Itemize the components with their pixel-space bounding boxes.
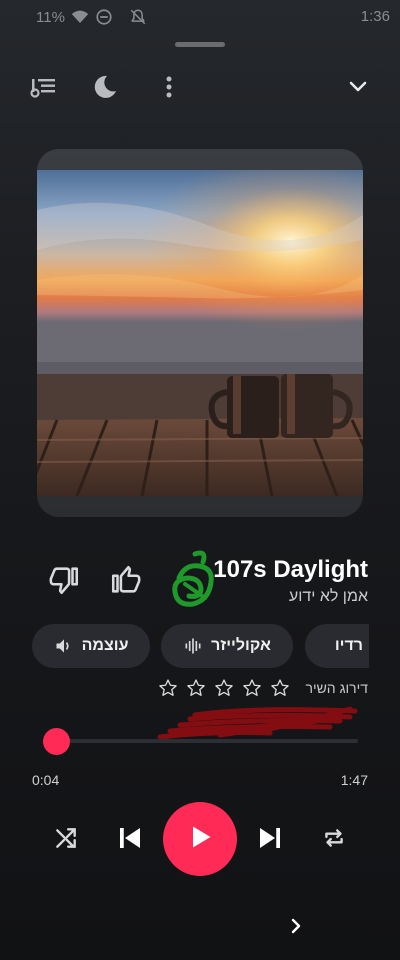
wifi-icon xyxy=(71,8,89,26)
equalizer-chip[interactable]: אקולייזר xyxy=(161,624,293,668)
notifications-off-icon xyxy=(129,8,147,26)
star-icon-2[interactable] xyxy=(186,678,206,698)
clock: 1:36 xyxy=(360,8,390,25)
radio-chip-label: רדיו xyxy=(334,637,363,654)
equalizer-icon xyxy=(183,636,203,656)
star-icon-3[interactable] xyxy=(214,678,234,698)
do-not-disturb-icon xyxy=(95,8,113,26)
collapse-button[interactable] xyxy=(341,70,375,104)
repeat-icon xyxy=(321,825,347,856)
sleep-timer-icon xyxy=(91,73,119,101)
play-icon xyxy=(186,822,214,857)
more-vert-icon xyxy=(165,75,173,99)
elapsed-time: 0:04 xyxy=(32,772,60,788)
next-button[interactable] xyxy=(250,820,290,860)
previous-button[interactable] xyxy=(110,820,150,860)
battery-percent: 11% xyxy=(36,8,65,26)
chevron-right-icon xyxy=(290,917,302,940)
sheet-drag-handle[interactable] xyxy=(175,42,225,47)
track-artist: אמן לא ידוע xyxy=(288,588,368,605)
star-icon-1[interactable] xyxy=(158,678,178,698)
shuffle-icon xyxy=(53,825,79,856)
thumb-down-icon xyxy=(47,563,81,602)
equalizer-chip-label: אקולייזר xyxy=(211,637,271,654)
queue-button[interactable] xyxy=(26,70,60,104)
rating-label: דירוג השיר xyxy=(305,680,368,696)
status-bar: 11% 1:36 xyxy=(0,0,400,34)
more-options-button[interactable] xyxy=(152,70,186,104)
action-chips: עוצמה אקולייזר רדיו xyxy=(0,624,400,670)
sleep-timer-button[interactable] xyxy=(88,70,122,104)
rating-stars xyxy=(158,678,290,698)
volume-chip[interactable]: עוצמה xyxy=(32,624,150,668)
seek-thumb[interactable] xyxy=(43,728,70,755)
volume-icon xyxy=(54,636,74,656)
radio-chip[interactable]: רדיו xyxy=(305,624,369,668)
chevron-down-icon xyxy=(348,80,368,94)
star-icon-5[interactable] xyxy=(270,678,290,698)
like-button[interactable] xyxy=(106,562,146,602)
total-duration: 1:47 xyxy=(340,772,368,788)
expand-next-button[interactable] xyxy=(284,914,308,942)
track-title: 107s Daylight xyxy=(213,556,368,583)
status-left-group: 11% xyxy=(36,8,147,26)
skip-next-icon xyxy=(255,823,285,858)
album-art xyxy=(37,149,363,517)
thumb-up-icon xyxy=(109,563,143,602)
seek-track[interactable] xyxy=(56,739,358,743)
volume-chip-label: עוצמה xyxy=(81,637,129,654)
star-icon-4[interactable] xyxy=(242,678,262,698)
shuffle-button[interactable] xyxy=(48,822,84,858)
repeat-button[interactable] xyxy=(316,822,352,858)
skip-previous-icon xyxy=(115,823,145,858)
now-playing-screen: 11% 1:36 107s Daylight אמן לא ידוע עוצמה… xyxy=(0,0,400,960)
play-button[interactable] xyxy=(163,802,237,876)
radio-chip-clip: רדיו xyxy=(305,624,369,668)
dislike-button[interactable] xyxy=(44,562,84,602)
queue-icon xyxy=(29,75,57,99)
